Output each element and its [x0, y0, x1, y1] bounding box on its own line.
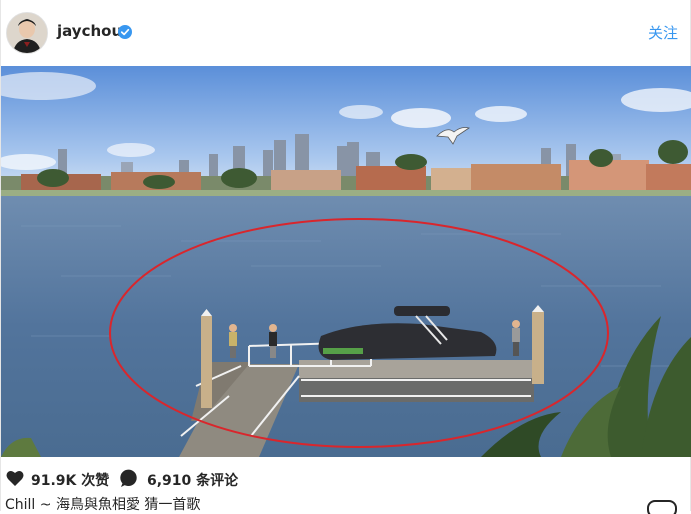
- heart-icon[interactable]: [6, 470, 24, 487]
- instagram-post: jaychou 关注 91.9K 次赞 6,910 条评论 Chill ~ 海鳥…: [0, 0, 691, 514]
- post-actions: 91.9K 次赞 6,910 条评论: [1, 466, 691, 494]
- follow-button[interactable]: 关注: [648, 22, 678, 43]
- more-options-icon[interactable]: [647, 500, 677, 514]
- post-header: jaychou 关注: [1, 0, 691, 66]
- like-count: 91.9K 次赞: [31, 473, 110, 489]
- verified-badge-icon: [118, 25, 132, 39]
- post-photo[interactable]: [1, 66, 691, 457]
- comment-count: 6,910 条评论: [147, 473, 239, 489]
- username[interactable]: jaychou: [57, 22, 122, 40]
- post-caption: Chill ~ 海鳥與魚相愛 猜一首歌: [5, 497, 201, 513]
- avatar[interactable]: [6, 12, 48, 54]
- comment-bubble-icon[interactable]: [119, 469, 138, 488]
